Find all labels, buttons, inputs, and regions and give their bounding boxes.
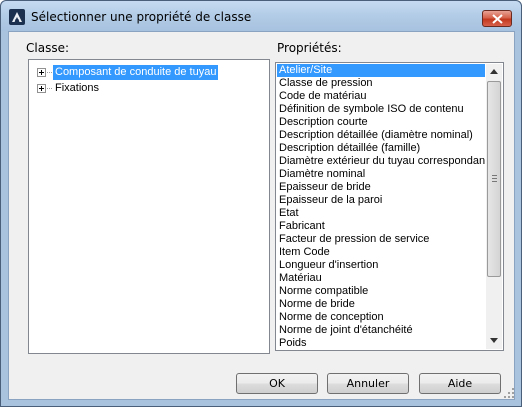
chevron-up-icon — [490, 69, 498, 74]
tree-item-fixations[interactable]: Fixations — [29, 81, 249, 96]
list-item[interactable]: Diamètre extérieur du tuyau correspondan… — [277, 155, 485, 168]
dialog-body: Classe: Propriétés: Composant de conduit… — [8, 31, 515, 400]
tree-item-label: Composant de conduite de tuyau — [53, 65, 219, 80]
proprietes-label: Propriétés: — [277, 41, 342, 55]
scroll-up-button[interactable] — [486, 64, 502, 80]
grip-icon — [492, 175, 497, 182]
list-item[interactable]: Epaisseur de la paroi — [277, 194, 485, 207]
scroll-down-button[interactable] — [486, 333, 502, 349]
list-item[interactable]: Epaisseur de bride — [277, 181, 485, 194]
proprietes-list[interactable]: Atelier/Site Classe de pression Code de ma… — [275, 62, 504, 351]
plus-expander-icon[interactable] — [37, 84, 46, 93]
proprietes-list-items: Atelier/Site Classe de pression Code de ma… — [277, 64, 485, 349]
list-item[interactable]: Classe de pression — [277, 77, 485, 90]
tree-connector — [47, 88, 52, 89]
list-item[interactable]: Etat — [277, 207, 485, 220]
list-item[interactable]: Matériau — [277, 272, 485, 285]
list-item[interactable]: Longueur d'insertion — [277, 259, 485, 272]
list-item[interactable]: Facteur de pression de service — [277, 233, 485, 246]
list-item[interactable]: Fabricant — [277, 220, 485, 233]
aide-button[interactable]: Aide — [419, 373, 501, 394]
list-item[interactable]: Description détaillée (diamètre nominal) — [277, 129, 485, 142]
tree-item-composant[interactable]: Composant de conduite de tuyau — [29, 65, 249, 80]
tree-item-label: Fixations — [55, 82, 100, 94]
resize-grip-icon[interactable] — [503, 387, 515, 399]
list-item[interactable]: Définition de symbole ISO de contenu — [277, 103, 485, 116]
ok-button[interactable]: OK — [236, 373, 318, 394]
list-item[interactable]: Code de matériau — [277, 90, 485, 103]
list-item[interactable]: Atelier/Site — [277, 64, 485, 77]
scrollbar-thumb[interactable] — [487, 81, 501, 277]
chevron-down-icon — [490, 338, 498, 343]
annuler-button[interactable]: Annuler — [327, 373, 409, 394]
list-item[interactable]: Norme de bride — [277, 298, 485, 311]
close-button[interactable] — [482, 10, 512, 27]
title-bar[interactable]: Sélectionner une propriété de classe — [1, 1, 521, 31]
vertical-scrollbar[interactable] — [486, 64, 502, 349]
list-item[interactable]: Norme compatible — [277, 285, 485, 298]
classe-tree[interactable]: Composant de conduite de tuyau Fixations — [28, 59, 270, 354]
plus-expander-icon[interactable] — [37, 68, 46, 77]
list-item[interactable]: Description courte — [277, 116, 485, 129]
tree-connector — [47, 72, 52, 73]
list-item[interactable]: Diamètre nominal — [277, 168, 485, 181]
list-item[interactable]: Description détaillée (famille) — [277, 142, 485, 155]
list-item[interactable]: Norme de joint d'étanchéité — [277, 324, 485, 337]
list-item[interactable]: Norme de conception — [277, 311, 485, 324]
list-item[interactable]: Poids — [277, 337, 485, 349]
autocad-icon — [9, 9, 25, 25]
close-icon — [492, 14, 503, 24]
window-title: Sélectionner une propriété de classe — [31, 10, 252, 24]
list-item[interactable]: Item Code — [277, 246, 485, 259]
classe-label: Classe: — [26, 41, 69, 55]
dialog-window: Sélectionner une propriété de classe Cla… — [0, 0, 522, 407]
